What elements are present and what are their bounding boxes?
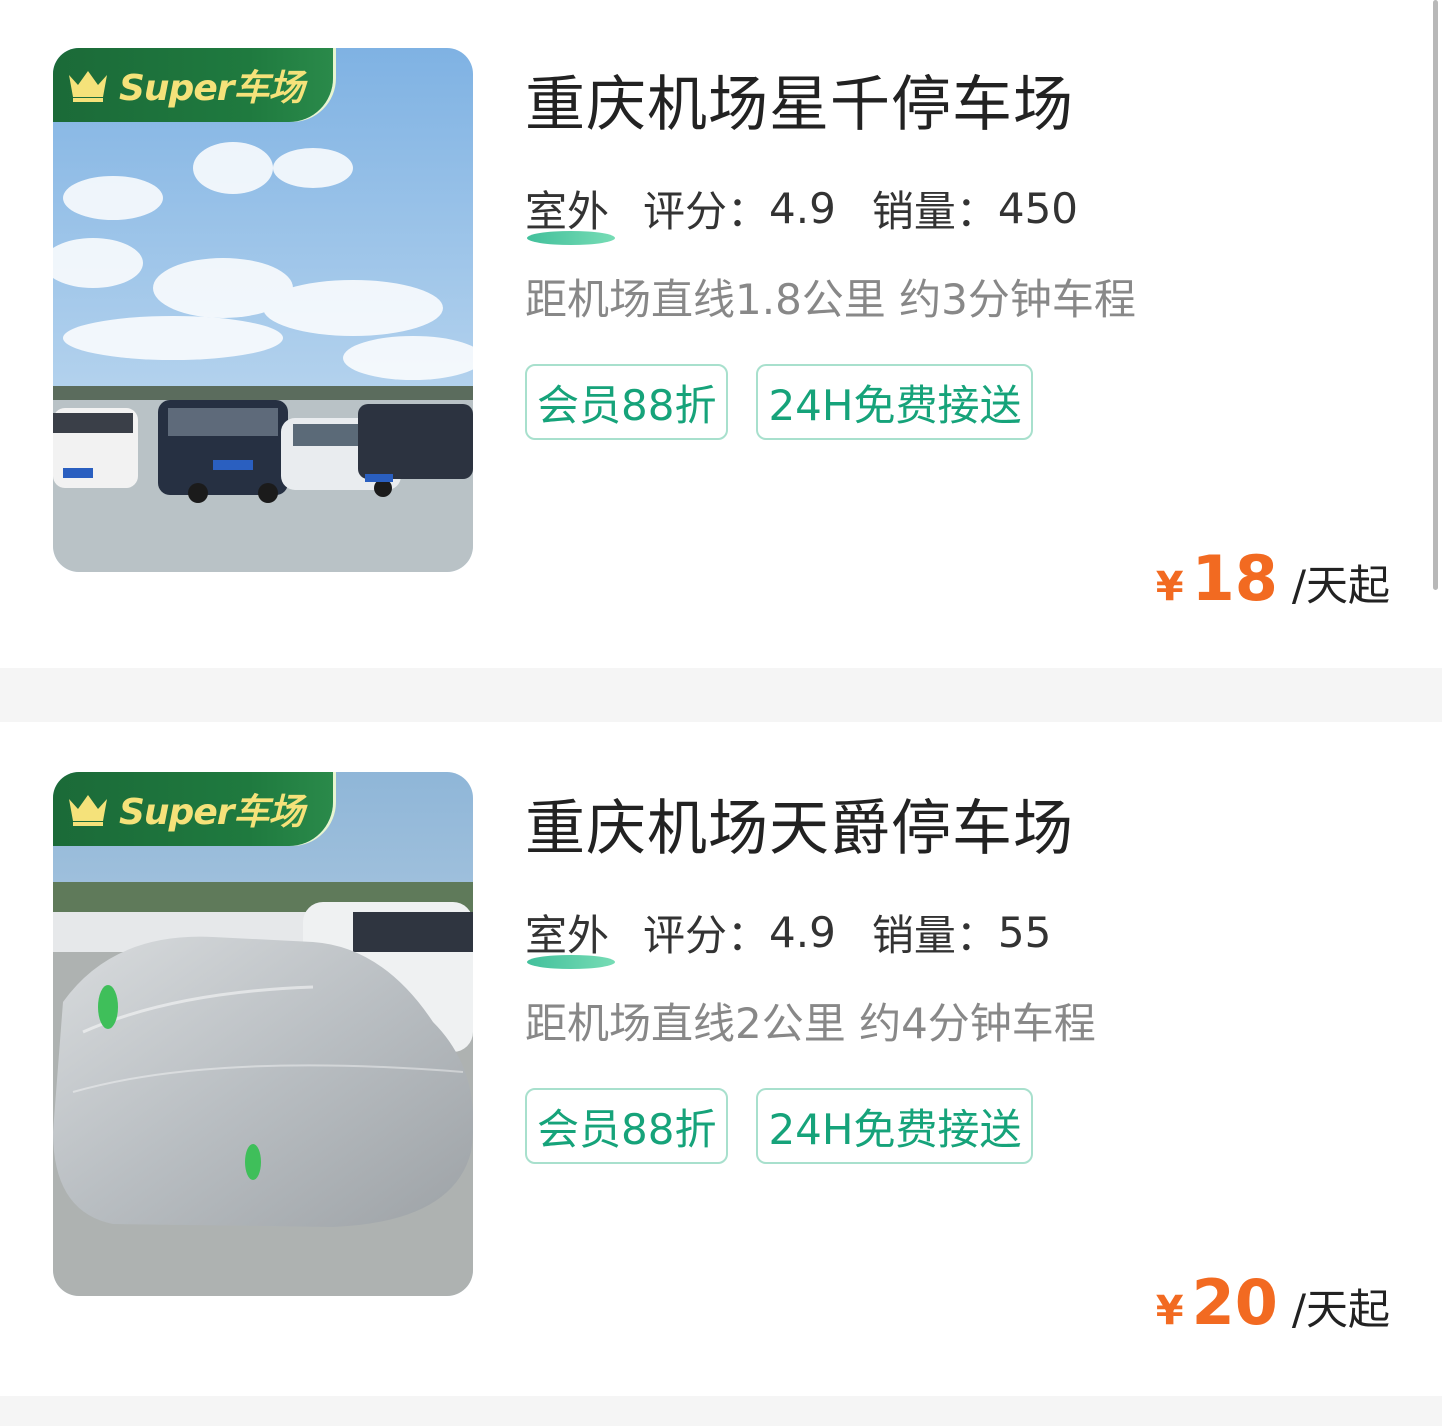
crown-icon [69,71,107,102]
parking-name[interactable]: 重庆机场星千停车场 [525,56,1074,143]
price-value: 18 [1191,542,1278,615]
tag-chip: 24H免费接送 [756,1088,1034,1164]
sales-value: 450 [997,184,1079,233]
parking-list: Super车场 重庆机场星千停车场 室外 评分： 4.9 销量： 450 距机场… [0,0,1442,1426]
parking-card[interactable]: Super车场 重庆机场天爵停车场 室外 评分： 4.9 销量： 55 距机场直… [0,722,1442,1396]
parking-lot-image [53,772,473,1296]
tag-list: 会员88折 24H免费接送 [525,1088,1034,1164]
distance-text: 距机场直线1.8公里 约3分钟车程 [525,275,1136,324]
price-unit: /天起 [1291,1285,1390,1334]
badge-label: Super车场 [119,792,304,833]
price: ¥ 18 /天起 [1156,542,1390,615]
parking-meta: 室外 评分： 4.9 销量： 450 [525,178,1114,245]
tag-list: 会员88折 24H免费接送 [525,364,1034,440]
currency-symbol: ¥ [1155,564,1184,610]
currency-symbol: ¥ [1155,1288,1184,1334]
tag-chip: 会员88折 [525,364,729,440]
parking-meta: 室外 评分： 4.9 销量： 55 [525,902,1087,969]
badge-label: Super车场 [119,68,304,109]
sales-label: 销量： [871,911,998,960]
scrollbar[interactable] [1433,0,1438,590]
parking-lot-image [53,48,473,572]
rating-label: 评分： [643,187,770,236]
lot-type: 室外 [525,902,615,969]
sales-label: 销量： [871,187,998,236]
distance-text: 距机场直线2公里 约4分钟车程 [525,999,1096,1048]
super-badge: Super车场 [53,48,333,122]
tag-chip: 会员88折 [525,1088,729,1164]
price-unit: /天起 [1291,561,1390,610]
parking-name[interactable]: 重庆机场天爵停车场 [525,780,1074,867]
lot-type: 室外 [525,178,615,245]
parking-photo[interactable]: Super车场 [53,48,473,572]
parking-photo[interactable]: Super车场 [53,772,473,1296]
price: ¥ 20 /天起 [1156,1266,1390,1339]
sales-value: 55 [997,908,1052,957]
crown-icon [69,795,107,826]
price-value: 20 [1191,1266,1278,1339]
super-badge: Super车场 [53,772,333,846]
rating-value: 4.9 [769,908,836,957]
rating-value: 4.9 [769,184,836,233]
rating-label: 评分： [643,911,770,960]
parking-card[interactable]: Super车场 重庆机场星千停车场 室外 评分： 4.9 销量： 450 距机场… [0,0,1442,668]
tag-chip: 24H免费接送 [756,364,1034,440]
